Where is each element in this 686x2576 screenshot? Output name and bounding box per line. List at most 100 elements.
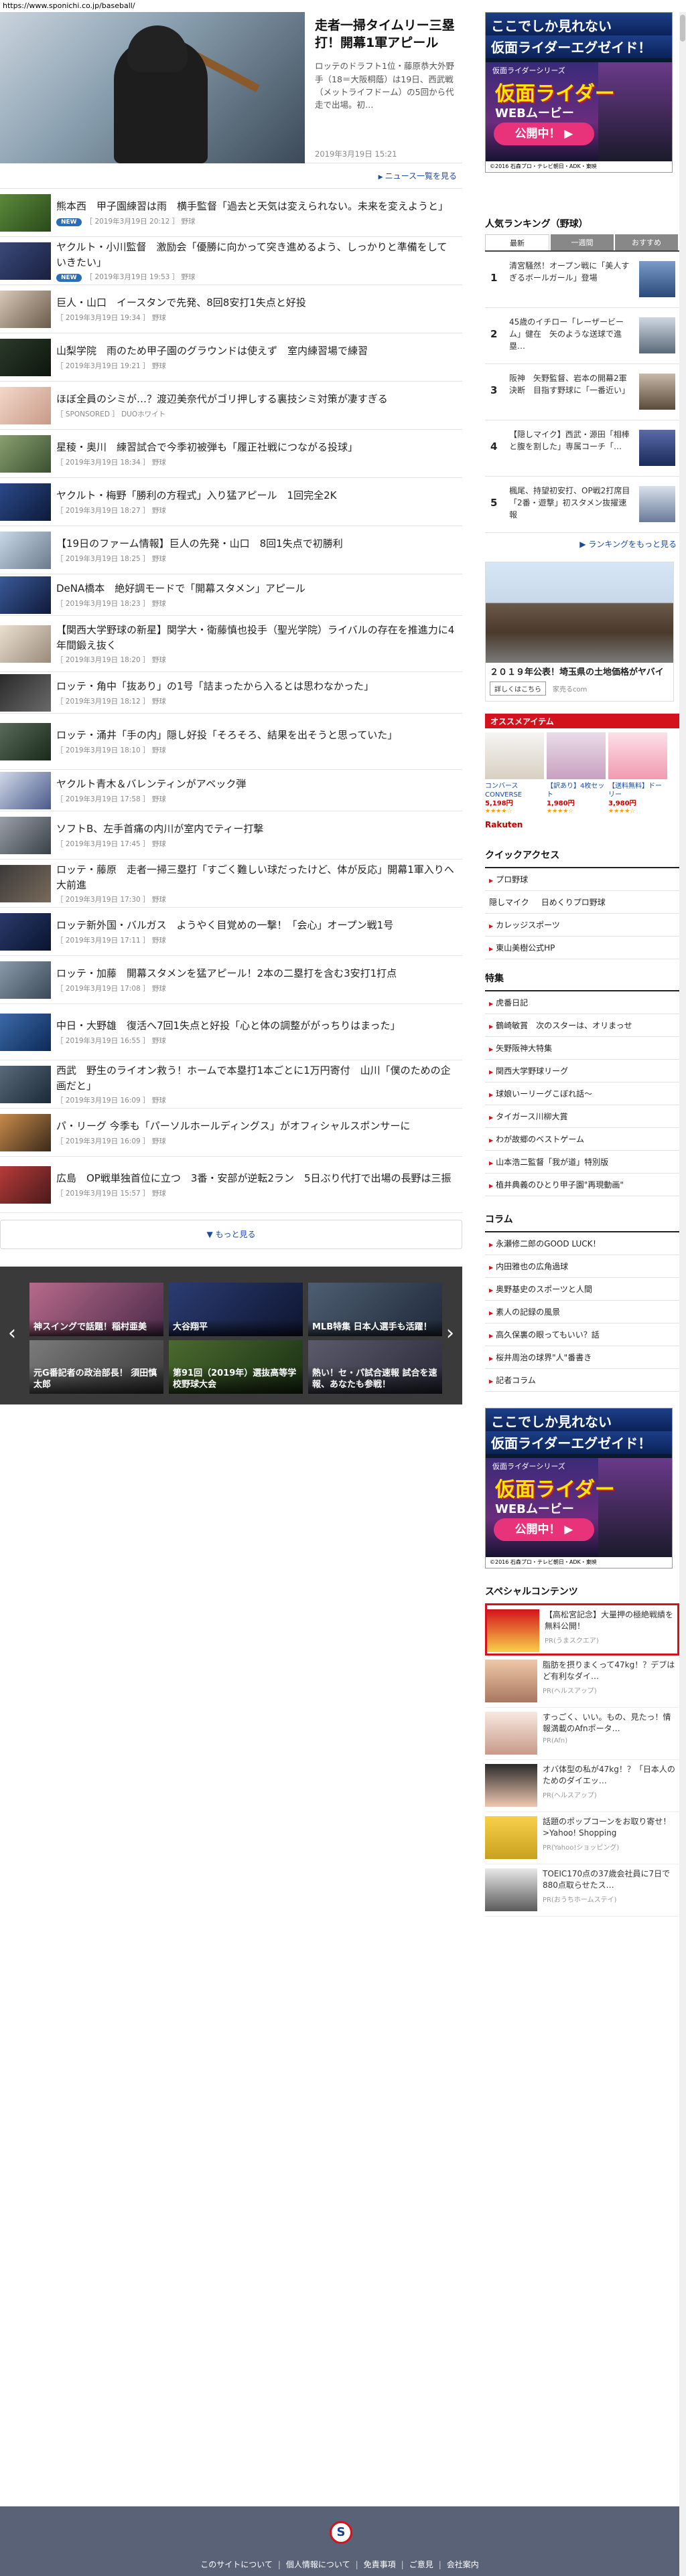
tab-latest[interactable]: 最新 bbox=[485, 234, 549, 250]
ad-cta-button[interactable]: 公開中！ ▶ bbox=[494, 123, 594, 145]
special-title-text[interactable]: 話題のポップコーンをお取り寄せ！>Yahoo! Shopping bbox=[543, 1816, 677, 1840]
columns-link[interactable]: ▶ 桜井周治の球界"人"番書き bbox=[485, 1346, 679, 1369]
carousel-tile[interactable]: 大谷翔平 bbox=[169, 1283, 303, 1336]
special-thumbnail[interactable] bbox=[485, 1868, 537, 1911]
news-thumbnail[interactable] bbox=[0, 1165, 51, 1204]
news-thumbnail[interactable] bbox=[0, 961, 51, 999]
news-list-item[interactable]: 【関西大学野球の新星】関学大・衛藤慎也投手（聖光学院）ライバルの存在を推進力に4… bbox=[0, 616, 462, 672]
ranking-title-text[interactable]: 【隠しマイク】西武・源田「相棒と腹を割した」専属コーチ「… bbox=[509, 428, 632, 465]
news-list-item[interactable]: 広島 OP戦単独首位に立つ 3番・安部が逆転2ラン 5日ぶり代打で出場の長野は三… bbox=[0, 1157, 462, 1213]
news-title[interactable]: 広島 OP戦単独首位に立つ 3番・安部が逆転2ラン 5日ぶり代打で出場の長野は三… bbox=[56, 1171, 456, 1186]
features-link[interactable]: ▶ わが故郷のベストゲーム bbox=[485, 1128, 679, 1151]
news-list-item[interactable]: ロッテ新外国・バルガス ようやく目覚めの一撃！「会心」オープン戦1号 ［ 2019… bbox=[0, 908, 462, 956]
carousel-tile[interactable]: 元G番記者の政治部長！ 須田慎太郎 bbox=[29, 1340, 163, 1394]
news-list-item[interactable]: パ・リーグ 今季も「パーソルホールディングス」がオフィシャルスポンサーに ［ 20… bbox=[0, 1109, 462, 1157]
news-thumbnail[interactable] bbox=[0, 673, 51, 712]
house-ad[interactable]: ２０１９年公表！埼玉県の土地価格がヤバイ 詳しくはこちら 家売るcom bbox=[485, 562, 674, 702]
features-link[interactable]: ▶ タイガース川柳大賞 bbox=[485, 1105, 679, 1128]
special-thumbnail[interactable] bbox=[485, 1659, 537, 1702]
ranking-thumbnail[interactable] bbox=[639, 317, 675, 353]
news-list-item[interactable]: 山梨学院 雨のため甲子園のグラウンドは使えず 室内練習場で練習 ［ 2019年3月… bbox=[0, 333, 462, 382]
columns-link[interactable]: ▶ 高久保裏の眼ってもいい？話 bbox=[485, 1323, 679, 1346]
carousel-tile[interactable]: MLB特集 日本人選手も活躍！ bbox=[308, 1283, 442, 1336]
news-thumbnail[interactable] bbox=[0, 290, 51, 328]
carousel-prev-arrow-icon[interactable]: ‹ bbox=[4, 1320, 20, 1347]
news-list-item[interactable]: 中日・大野雄 復活へ7回1失点と好投「心と体の調整ががっちりはまった」 ［ 201… bbox=[0, 1004, 462, 1060]
special-thumbnail[interactable] bbox=[485, 1711, 537, 1755]
news-title[interactable]: 【19日のファーム情報】巨人の先発・山口 8回1失点で初勝利 bbox=[56, 536, 456, 552]
news-title[interactable]: ソフトB、左手首痛の内川が室内でティー打撃 bbox=[56, 821, 456, 837]
special-thumbnail[interactable] bbox=[487, 1609, 539, 1652]
news-list-item[interactable]: ソフトB、左手首痛の内川が室内でティー打撃 ［ 2019年3月19日 17:45 … bbox=[0, 811, 462, 860]
ad-banner-top[interactable]: ここでしか見れない 仮面ライダーエグゼイド！ 仮面ライダーシリーズ 仮面ライダー… bbox=[485, 12, 673, 173]
news-thumbnail[interactable] bbox=[0, 625, 51, 663]
news-title[interactable]: ロッテ・藤原 走者一掃三塁打「すごく難しい球だったけど、体が反応」開幕1軍入りへ… bbox=[56, 862, 456, 892]
news-title[interactable]: 中日・大野雄 復活へ7回1失点と好投「心と体の調整ががっちりはまった」 bbox=[56, 1018, 456, 1034]
ranking-thumbnail[interactable] bbox=[639, 430, 675, 466]
news-list-item[interactable]: 【19日のファーム情報】巨人の先発・山口 8回1失点で初勝利 ［ 2019年3月1… bbox=[0, 526, 462, 574]
news-title[interactable]: ほぼ全員のシミが…？渡辺美奈代がゴリ押しする裏技シミ対策が凄すぎる bbox=[56, 392, 456, 407]
news-thumbnail[interactable] bbox=[0, 1113, 51, 1151]
quick-link[interactable]: ▶ 東山美樹公式HP bbox=[485, 937, 679, 959]
ranking-title-text[interactable]: 阪神 矢野監督、岩本の開幕2軍決断 目指す野球に「一番近い」 bbox=[509, 372, 632, 408]
ranking-thumbnail[interactable] bbox=[639, 261, 675, 297]
footer-link[interactable]: 会社案内 bbox=[447, 2560, 479, 2569]
news-thumbnail[interactable] bbox=[0, 1013, 51, 1051]
news-thumbnail[interactable] bbox=[0, 386, 51, 424]
news-title[interactable]: 巨人・山口 イースタンで先発、8回8安打1失点と好投 bbox=[56, 295, 456, 311]
news-thumbnail[interactable] bbox=[0, 912, 51, 951]
hero-article[interactable]: 走者一掃タイムリー三塁打！開幕1軍アピール ロッテのドラフト1位・藤原恭大外野手… bbox=[0, 12, 462, 163]
quick-link-hidden-mic[interactable]: 隠しマイク bbox=[489, 891, 529, 913]
columns-link[interactable]: ▶ 記者コラム bbox=[485, 1369, 679, 1392]
news-thumbnail[interactable] bbox=[0, 531, 51, 569]
hero-title[interactable]: 走者一掃タイムリー三塁打！開幕1軍アピール bbox=[315, 17, 459, 52]
ranking-more-link[interactable]: ▶ ランキングをもっと見る bbox=[485, 533, 679, 555]
tab-recommend[interactable]: おすすめ bbox=[615, 234, 678, 250]
ranking-thumbnail[interactable] bbox=[639, 486, 675, 522]
news-title[interactable]: 【関西大学野球の新星】関学大・衛藤慎也投手（聖光学院）ライバルの存在を推進力に4… bbox=[56, 623, 456, 653]
ranking-item[interactable]: 4 【隠しマイク】西武・源田「相棒と腹を割した」専属コーチ「… bbox=[485, 420, 679, 477]
news-list-item[interactable]: ヤクルト青木＆バレンティンがアベック弾 ［ 2019年3月19日 17:58 ］ … bbox=[0, 770, 462, 811]
news-list-item[interactable]: ロッテ・涌井「手の内」隠し好投「そろそろ、結果を出そうと思っていた」 ［ 2019… bbox=[0, 714, 462, 770]
news-thumbnail[interactable] bbox=[0, 722, 51, 760]
carousel-next-arrow-icon[interactable]: › bbox=[442, 1320, 458, 1347]
news-thumbnail[interactable] bbox=[0, 771, 51, 809]
tab-week[interactable]: 一週間 bbox=[551, 234, 614, 250]
footer-link[interactable]: このサイトについて bbox=[200, 2560, 273, 2569]
news-list-item[interactable]: 巨人・山口 イースタンで先発、8回8安打1失点と好投 ［ 2019年3月19日 1… bbox=[0, 285, 462, 333]
news-title[interactable]: ロッテ・加藤 開幕スタメンを猛アピール！2本の二塁打を含む3安打1打点 bbox=[56, 966, 456, 981]
columns-link[interactable]: ▶ 永瀬修二郎のGOOD LUCK！ bbox=[485, 1232, 679, 1255]
special-item[interactable]: 脂肪を摂りまくって47kg！？デブはど有利なダイ… PR(ヘルスアップ) bbox=[485, 1656, 679, 1708]
news-title[interactable]: パ・リーグ 今季も「パーソルホールディングス」がオフィシャルスポンサーに bbox=[56, 1119, 456, 1134]
special-item[interactable]: 【高松宮記念】大量押の極絶戦績を無料公開！ PR(うまスクエア) bbox=[485, 1603, 679, 1656]
news-thumbnail[interactable] bbox=[0, 816, 51, 854]
news-thumbnail[interactable] bbox=[0, 483, 51, 521]
special-item[interactable]: TOEIC170点の37歳会社員に7日で880点取らせたス… PR(おうちホームス… bbox=[485, 1864, 679, 1917]
ranking-thumbnail[interactable] bbox=[639, 374, 675, 410]
news-thumbnail[interactable] bbox=[0, 576, 51, 614]
news-title[interactable]: 熊本西 甲子園練習は雨 横手監督「過去と天気は変えられない。未来を変えようと」 bbox=[56, 199, 456, 214]
news-list-item[interactable]: ロッテ・加藤 開幕スタメンを猛アピール！2本の二塁打を含む3安打1打点 ［ 201… bbox=[0, 956, 462, 1004]
columns-link[interactable]: ▶ 素人の記録の風景 bbox=[485, 1301, 679, 1323]
features-link[interactable]: ▶ 山本浩二監督「我が道」特別版 bbox=[485, 1151, 679, 1174]
columns-link[interactable]: ▶ 内田雅也の広角過球 bbox=[485, 1255, 679, 1278]
news-title[interactable]: ロッテ新外国・バルガス ようやく目覚めの一撃！「会心」オープン戦1号 bbox=[56, 918, 456, 933]
page-scrollbar[interactable] bbox=[679, 12, 686, 2576]
recommend-item[interactable]: コンバース CONVERSE 5,198円 ★★★★☆ bbox=[485, 732, 544, 816]
ad-cta-button[interactable]: 公開中！ ▶ bbox=[494, 1518, 594, 1541]
features-link[interactable]: ▶ 植井典義のひとり甲子園"再現動画" bbox=[485, 1174, 679, 1196]
news-list-item[interactable]: ヤクルト・梅野「勝利の方程式」入り猛アピール 1回完全2K ［ 2019年3月19… bbox=[0, 478, 462, 526]
news-title[interactable]: 西武 野生のライオン救う！ホームで本塁打1本ごとに1万円寄付 山川「僕のための企… bbox=[56, 1063, 456, 1093]
news-list-item[interactable]: 熊本西 甲子園練習は雨 横手監督「過去と天気は変えられない。未来を変えようと」 N… bbox=[0, 189, 462, 237]
special-title-text[interactable]: オバ体型の私が47kg！？「日本人のためのダイエッ… bbox=[543, 1764, 677, 1788]
address-bar-url[interactable]: https://www.sponichi.co.jp/baseball/ bbox=[0, 0, 686, 12]
news-list-item[interactable]: ロッテ・角中「抜あり」の1号「詰まったから入るとは思わなかった」 ［ 2019年3… bbox=[0, 672, 462, 714]
recommend-item[interactable]: 【訳あり】4枚セット 1,980円 ★★★★☆ bbox=[547, 732, 606, 816]
scrollbar-thumb[interactable] bbox=[680, 15, 685, 42]
ranking-title-text[interactable]: 45歳のイチロー「レーザービーム」健在 矢のような送球で進塁… bbox=[509, 316, 632, 352]
house-ad-button[interactable]: 詳しくはこちら bbox=[490, 681, 546, 696]
news-list-item[interactable]: 西武 野生のライオン救う！ホームで本塁打1本ごとに1万円寄付 山川「僕のための企… bbox=[0, 1060, 462, 1109]
special-item[interactable]: オバ体型の私が47kg！？「日本人のためのダイエッ… PR(ヘルスアップ) bbox=[485, 1760, 679, 1812]
site-logo-icon[interactable]: S bbox=[330, 2521, 352, 2544]
news-thumbnail[interactable] bbox=[0, 193, 51, 232]
